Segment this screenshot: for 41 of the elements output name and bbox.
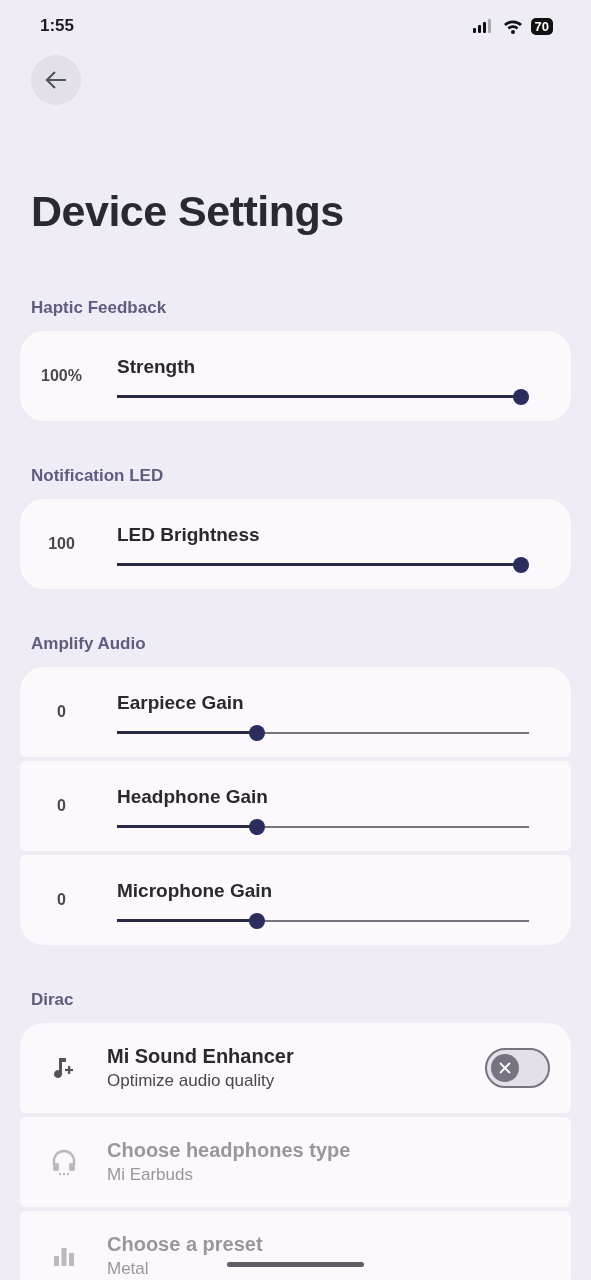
- slider-thumb[interactable]: [248, 912, 265, 929]
- row-subtitle: Optimize audio quality: [107, 1069, 275, 1092]
- row-title: Mi Sound Enhancer: [107, 1043, 294, 1068]
- close-icon: [499, 1062, 511, 1075]
- slider-label: Earpiece Gain: [117, 691, 245, 715]
- page-title: Device Settings: [31, 188, 345, 236]
- slider-label: Headphone Gain: [117, 785, 269, 809]
- slider-label: Strength: [117, 355, 197, 379]
- wifi-icon: [502, 18, 523, 34]
- settings-row[interactable]: 100% Strength: [20, 331, 571, 422]
- section-header: Notification LED: [31, 467, 165, 485]
- settings-row[interactable]: 100 LED Brightness: [20, 499, 571, 590]
- row-title: Choose a preset: [107, 1231, 263, 1256]
- toggle-switch[interactable]: [485, 1048, 550, 1089]
- value-reading: 0: [56, 796, 67, 817]
- back-arrow-icon: [45, 70, 67, 90]
- slider-label: Microphone Gain: [117, 879, 274, 903]
- slider-thumb[interactable]: [248, 724, 265, 741]
- section-header: Dirac: [31, 991, 75, 1009]
- slider-label: LED Brightness: [117, 523, 261, 547]
- settings-row[interactable]: Mi Sound Enhancer Optimize audio quality: [20, 1023, 571, 1114]
- status-time: 1:55: [40, 15, 75, 38]
- row-title: Choose headphones type: [107, 1137, 351, 1162]
- back-button[interactable]: [31, 55, 81, 105]
- value-reading: 100%: [40, 366, 83, 387]
- value-reading: 0: [56, 702, 67, 723]
- settings-row[interactable]: 0 Earpiece Gain: [20, 667, 571, 758]
- slider-thumb[interactable]: [248, 818, 265, 835]
- value-reading: 100: [47, 534, 76, 555]
- bar-chart-icon: [52, 1245, 75, 1268]
- settings-row[interactable]: 0 Microphone Gain: [20, 855, 571, 946]
- settings-row[interactable]: 0 Headphone Gain: [20, 761, 571, 852]
- row-subtitle: Mi Earbuds: [107, 1163, 193, 1186]
- row-subtitle: Metal: [107, 1257, 149, 1280]
- section-header: Haptic Feedback: [31, 299, 168, 317]
- section-header: Amplify Audio: [31, 635, 147, 653]
- battery-level: 70: [530, 17, 553, 35]
- value-reading: 0: [56, 890, 67, 911]
- slider-thumb[interactable]: [513, 388, 529, 405]
- slider-thumb[interactable]: [513, 556, 529, 573]
- headphones-icon: [50, 1148, 77, 1177]
